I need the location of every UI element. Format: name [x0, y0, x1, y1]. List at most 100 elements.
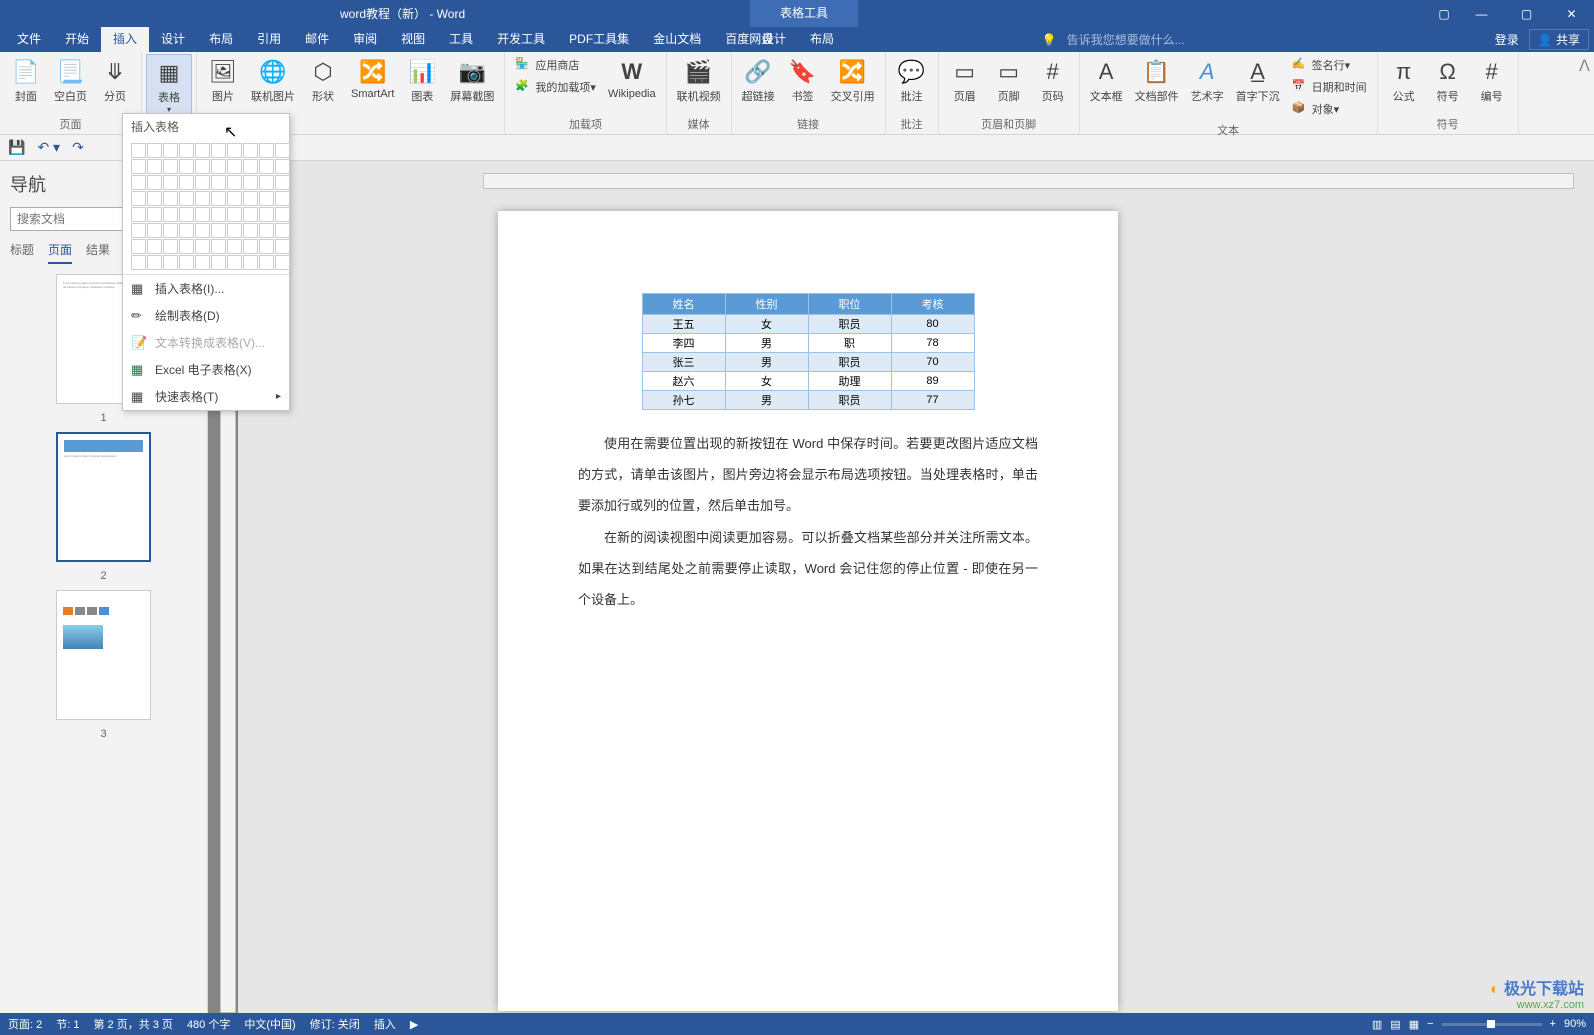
table-grid-cell[interactable]: [147, 175, 162, 190]
zoom-in-button[interactable]: +: [1550, 1018, 1556, 1030]
table-grid-cell[interactable]: [195, 159, 210, 174]
object-button[interactable]: 📦对象 ▾: [1286, 98, 1373, 120]
quick-tables-menu-item[interactable]: ▦快速表格(T)▸: [123, 383, 289, 410]
status-pages[interactable]: 第 2 页，共 3 页: [93, 1016, 172, 1032]
table-grid-cell[interactable]: [147, 223, 162, 238]
header-button[interactable]: ▭页眉: [943, 54, 987, 114]
table-grid-cell[interactable]: [243, 255, 258, 270]
tab-layout[interactable]: 布局: [197, 27, 245, 52]
nav-tab-results[interactable]: 结果: [86, 241, 110, 264]
table-header[interactable]: 姓名: [642, 294, 725, 315]
wordart-button[interactable]: A艺术字: [1185, 54, 1230, 120]
table-grid-cell[interactable]: [243, 175, 258, 190]
table-grid-cell[interactable]: [243, 223, 258, 238]
table-grid-cell[interactable]: [147, 191, 162, 206]
status-track[interactable]: 修订: 关闭: [310, 1016, 360, 1032]
table-grid-cell[interactable]: [131, 175, 146, 190]
table-grid-cell[interactable]: [195, 223, 210, 238]
table-grid-cell[interactable]: [131, 239, 146, 254]
tab-tools[interactable]: 工具: [437, 27, 485, 52]
table-grid-cell[interactable]: [211, 159, 226, 174]
table-grid-cell[interactable]: [211, 207, 226, 222]
table-grid-cell[interactable]: [243, 191, 258, 206]
table-row[interactable]: 张三男职员70: [642, 353, 974, 372]
web-layout-icon[interactable]: ▦: [1409, 1018, 1419, 1031]
table-grid-cell[interactable]: [179, 223, 194, 238]
table-grid-cell[interactable]: [131, 159, 146, 174]
read-mode-icon[interactable]: ▥: [1372, 1018, 1382, 1031]
table-grid-cell[interactable]: [259, 223, 274, 238]
equation-button[interactable]: π公式: [1382, 54, 1426, 114]
table-grid-cell[interactable]: [179, 239, 194, 254]
table-grid-cell[interactable]: [227, 175, 242, 190]
textbox-button[interactable]: A文本框: [1084, 54, 1129, 120]
tab-mailings[interactable]: 邮件: [293, 27, 341, 52]
tab-wps[interactable]: 金山文档: [641, 27, 713, 52]
table-grid-cell[interactable]: [243, 207, 258, 222]
close-button[interactable]: ✕: [1549, 0, 1594, 27]
table-grid-cell[interactable]: [211, 143, 226, 158]
status-mode[interactable]: 插入: [374, 1016, 396, 1032]
table-grid-cell[interactable]: [243, 159, 258, 174]
table-grid-cell[interactable]: [227, 239, 242, 254]
table-grid-cell[interactable]: [259, 255, 274, 270]
table-grid-cell[interactable]: [131, 191, 146, 206]
table-row[interactable]: 王五女职员80: [642, 315, 974, 334]
tab-references[interactable]: 引用: [245, 27, 293, 52]
table-grid-cell[interactable]: [163, 207, 178, 222]
table-grid-cell[interactable]: [163, 223, 178, 238]
screenshot-button[interactable]: 📷屏幕截图: [444, 54, 500, 130]
tab-review[interactable]: 审阅: [341, 27, 389, 52]
status-lang[interactable]: 中文(中国): [244, 1016, 295, 1032]
table-grid-cell[interactable]: [259, 159, 274, 174]
pagenum-button[interactable]: #页码: [1031, 54, 1075, 114]
blank-page-button[interactable]: 📃空白页: [48, 54, 93, 114]
table-grid-cell[interactable]: [259, 143, 274, 158]
my-addins-button[interactable]: 🧩我的加载项 ▾: [509, 76, 602, 98]
status-section[interactable]: 节: 1: [56, 1016, 79, 1032]
table-grid-cell[interactable]: [163, 143, 178, 158]
table-grid-cell[interactable]: [275, 207, 290, 222]
table-grid-cell[interactable]: [275, 143, 290, 158]
shapes-button[interactable]: ⬡形状: [301, 54, 345, 130]
table-grid-cell[interactable]: [227, 207, 242, 222]
insert-table-menu-item[interactable]: ▦插入表格(I)...: [123, 275, 289, 302]
online-video-button[interactable]: 🎬联机视频: [671, 54, 727, 114]
table-grid-cell[interactable]: [179, 159, 194, 174]
share-button[interactable]: 👤 共享: [1529, 29, 1589, 50]
table-grid-cell[interactable]: [179, 207, 194, 222]
table-grid-cell[interactable]: [211, 223, 226, 238]
tab-design[interactable]: 设计: [149, 27, 197, 52]
table-grid-cell[interactable]: [227, 223, 242, 238]
table-grid-cell[interactable]: [195, 175, 210, 190]
draw-table-menu-item[interactable]: ✏绘制表格(D): [123, 302, 289, 329]
bookmark-button[interactable]: 🔖书签: [781, 54, 825, 114]
table-grid-cell[interactable]: [275, 159, 290, 174]
login-link[interactable]: 登录: [1495, 31, 1519, 48]
table-grid-cell[interactable]: [211, 191, 226, 206]
table-grid-cell[interactable]: [163, 159, 178, 174]
table-header[interactable]: 性别: [725, 294, 808, 315]
collapse-ribbon-icon[interactable]: ᐱ: [1575, 52, 1594, 134]
table-grid-cell[interactable]: [179, 175, 194, 190]
table-grid-cell[interactable]: [147, 239, 162, 254]
table-grid-cell[interactable]: [195, 143, 210, 158]
table-grid-cell[interactable]: [211, 255, 226, 270]
table-row[interactable]: 孙七男职员77: [642, 391, 974, 410]
nav-tab-headings[interactable]: 标题: [10, 241, 34, 264]
store-button[interactable]: 🏪应用商店: [509, 54, 602, 76]
table-grid-cell[interactable]: [259, 207, 274, 222]
table-row[interactable]: 赵六女助理89: [642, 372, 974, 391]
table-grid-cell[interactable]: [179, 191, 194, 206]
table-grid-cell[interactable]: [195, 239, 210, 254]
maximize-button[interactable]: ▢: [1504, 0, 1549, 27]
tell-me-input[interactable]: 告诉我您想要做什么...: [1067, 31, 1185, 48]
dropcap-button[interactable]: A̲首字下沉: [1230, 54, 1286, 120]
tab-developer[interactable]: 开发工具: [485, 27, 557, 52]
horizontal-ruler[interactable]: [483, 173, 1574, 189]
page-thumbnail-3[interactable]: [56, 590, 151, 720]
doc-body-text[interactable]: 使用在需要位置出现的新按钮在 Word 中保存时间。若要更改图片适应文档的方式，…: [578, 428, 1038, 615]
tab-view[interactable]: 视图: [389, 27, 437, 52]
macro-icon[interactable]: ▶: [410, 1018, 418, 1031]
page-break-button[interactable]: ⤋分页: [93, 54, 137, 114]
